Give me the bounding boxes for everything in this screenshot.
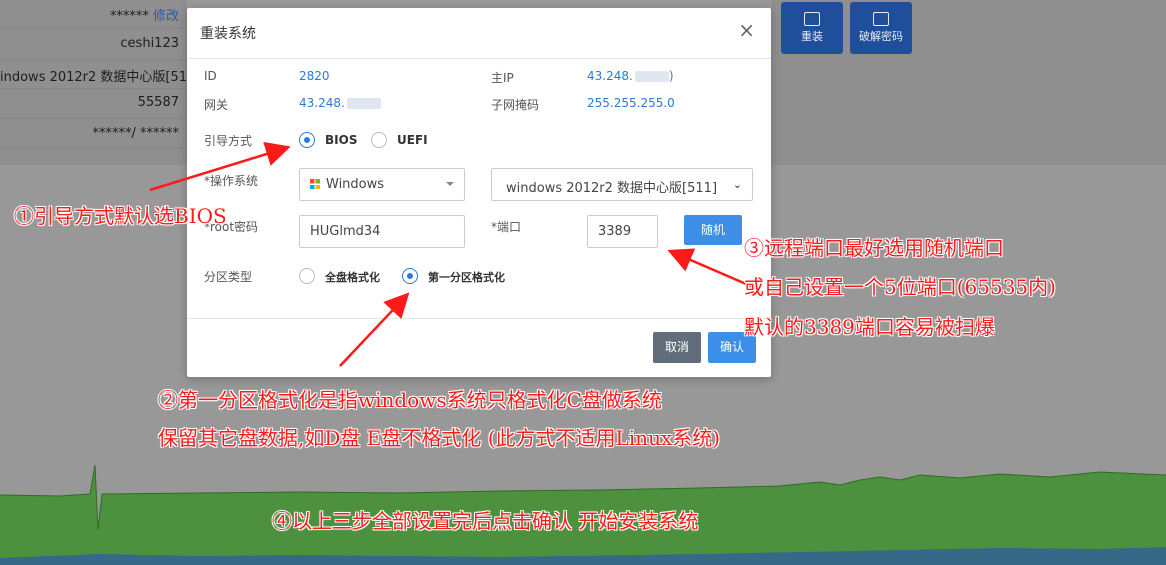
partition-label: 分区类型 <box>204 270 253 284</box>
id-value: 2820 <box>299 69 330 83</box>
boot-uefi-label: UEFI <box>397 133 428 147</box>
dialog-footer-divider <box>187 318 771 319</box>
reinstall-button[interactable]: 重装 <box>781 2 843 54</box>
crack-password-button[interactable]: 破解密码 <box>850 2 912 54</box>
annotation-port-line1: ③远程端口最好选用随机端口 <box>744 236 1004 260</box>
reinstall-system-dialog: 重装系统 × ID 2820 主IP 43.248.) 网关 43.248. 子… <box>187 8 771 377</box>
annotation-confirm: ④以上三步全部设置完后点击确认 开始安装系统 <box>272 509 699 533</box>
caret-down-icon <box>446 182 454 186</box>
os-version-select[interactable]: windows 2012r2 数据中心版[511] ⌄ <box>491 168 753 201</box>
redacted-block <box>634 71 669 82</box>
dialog-title: 重装系统 <box>200 26 256 42</box>
masked-row: ******/ ****** <box>92 126 179 141</box>
server-info-panel: ****** 修改 ceshi123 indows 2012r2 数据中心版[5… <box>0 0 200 165</box>
os-row: indows 2012r2 数据中心版[511] <box>0 70 201 85</box>
subnet-value: 255.255.255.0 <box>587 96 675 110</box>
close-icon[interactable]: × <box>738 20 755 40</box>
lock-icon <box>873 12 889 26</box>
main-ip-label: 主IP <box>491 71 514 85</box>
password-row: ****** 修改 <box>109 9 179 24</box>
chevron-down-icon: ⌄ <box>732 178 742 191</box>
dialog-header: 重装系统 × <box>187 8 771 59</box>
boot-label: 引导方式 <box>204 134 253 148</box>
random-port-button[interactable]: 随机 <box>684 215 742 245</box>
modify-link[interactable]: 修改 <box>153 9 179 24</box>
port-label: *端口 <box>491 220 522 234</box>
boot-uefi-radio[interactable] <box>371 132 387 148</box>
boot-bios-label: BIOS <box>325 133 358 147</box>
port-row: 55587 <box>137 95 179 110</box>
annotation-boot-mode: ①引导方式默认选BIOS <box>14 204 227 228</box>
boot-bios-radio[interactable] <box>299 132 315 148</box>
os-label: *操作系统 <box>204 174 259 188</box>
annotation-partition-line1: ②第一分区格式化是指windows系统只格式化C盘做系统 <box>158 388 662 412</box>
redacted-block <box>346 98 381 109</box>
partition-full-radio[interactable] <box>299 268 315 284</box>
annotation-port-line3: 默认的3389端口容易被扫爆 <box>744 315 995 339</box>
partition-first-radio[interactable] <box>402 268 418 284</box>
os-family-select[interactable]: Windows <box>299 168 465 201</box>
subnet-label: 子网掩码 <box>491 98 540 112</box>
root-password-input[interactable]: HUGlmd34 <box>299 215 465 248</box>
partition-first-label: 第一分区格式化 <box>428 271 505 284</box>
main-ip-value: 43.248.) <box>587 69 674 83</box>
partition-full-label: 全盘格式化 <box>325 271 380 284</box>
windows-logo-icon <box>310 179 320 189</box>
monitor-icon <box>804 12 820 26</box>
toolbar-area: 重装 破解密码 <box>771 0 1166 165</box>
cancel-button[interactable]: 取消 <box>653 332 701 363</box>
gateway-value: 43.248. <box>299 96 381 110</box>
id-label: ID <box>204 69 217 83</box>
username-row: ceshi123 <box>120 36 179 51</box>
gateway-label: 网关 <box>204 98 229 112</box>
annotation-port-line2: 或自己设置一个5位端口(65535内) <box>744 275 1056 299</box>
port-input[interactable]: 3389 <box>587 215 658 248</box>
annotation-partition-line2: 保留其它盘数据,如D盘 E盘不格式化 (此方式不适用Linux系统) <box>158 426 721 450</box>
